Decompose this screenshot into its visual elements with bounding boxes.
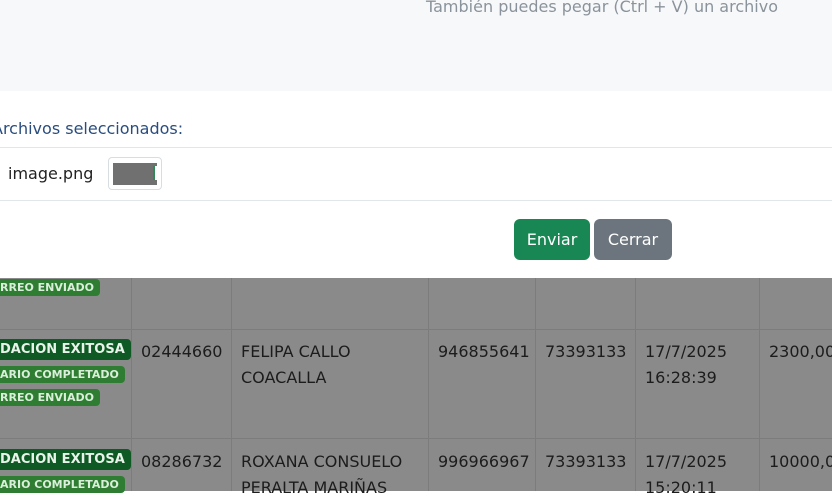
file-drop-zone[interactable]: También puedes pegar (Ctrl + V) un archi… xyxy=(0,0,832,91)
send-button[interactable]: Enviar xyxy=(514,219,590,260)
time-cell: 16:28:39 xyxy=(645,368,717,387)
file-thumbnail[interactable] xyxy=(108,157,162,190)
row-divider xyxy=(0,438,832,439)
selected-files-heading: Archivos seleccionados: xyxy=(0,119,184,138)
column-divider xyxy=(535,278,536,491)
column-divider xyxy=(759,278,760,491)
status-badge-form-completed: ARIO COMPLETADO xyxy=(0,476,125,493)
status-badge-validation: DACION EXITOSA xyxy=(0,339,131,360)
code-cell: 73393133 xyxy=(545,342,627,361)
status-badge-form-completed: ARIO COMPLETADO xyxy=(0,366,125,383)
column-divider xyxy=(428,278,429,491)
image-preview-icon xyxy=(113,163,157,185)
phone-cell: 996966967 xyxy=(438,452,530,471)
dni-cell: 08286732 xyxy=(141,452,223,471)
status-badge-email-sent: RREO ENVIADO xyxy=(0,279,100,296)
dni-cell: 02444660 xyxy=(141,342,223,361)
amount-cell: 2300,00 xyxy=(769,342,832,361)
divider xyxy=(0,200,832,201)
paste-hint: También puedes pegar (Ctrl + V) un archi… xyxy=(426,0,778,16)
modal-body: Archivos seleccionados: image.png Enviar… xyxy=(0,91,832,278)
row-divider xyxy=(0,329,832,330)
column-divider xyxy=(131,278,132,491)
name-cell-line2: PERALTA MARIÑAS xyxy=(241,478,388,497)
code-cell: 73393133 xyxy=(545,452,627,471)
name-cell-line1: ROXANA CONSUELO xyxy=(241,452,403,471)
time-cell: 15:20:11 xyxy=(645,478,717,497)
date-cell: 17/7/2025 xyxy=(645,342,728,361)
status-badge-email-sent: RREO ENVIADO xyxy=(0,389,100,406)
date-cell: 17/7/2025 xyxy=(645,452,728,471)
status-badge-validation: DACION EXITOSA xyxy=(0,449,131,470)
amount-cell: 10000,00 xyxy=(769,452,832,471)
phone-cell: 946855641 xyxy=(438,342,530,361)
divider xyxy=(0,147,832,148)
name-cell-line1: FELIPA CALLO xyxy=(241,342,351,361)
column-divider xyxy=(635,278,636,491)
name-cell-line2: COACALLA xyxy=(241,368,327,387)
column-divider xyxy=(231,278,232,491)
close-button[interactable]: Cerrar xyxy=(594,219,672,260)
file-name: image.png xyxy=(8,164,94,183)
